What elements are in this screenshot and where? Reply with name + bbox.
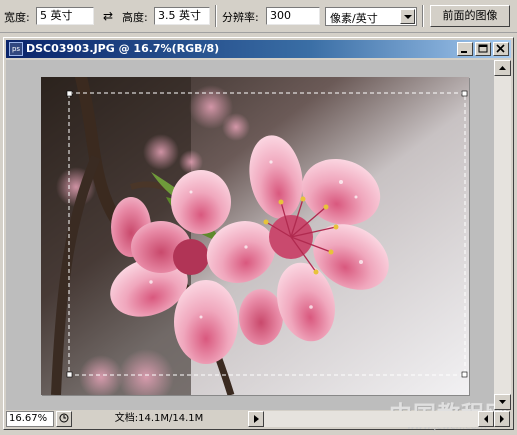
canvas-area[interactable]: 中国教程网 www.jcwcn.com [6, 60, 508, 432]
resolution-unit-select[interactable]: 像素/英寸 [325, 7, 417, 26]
width-label: 宽度: [4, 11, 30, 24]
status-bar: 16.67% 文档:14.1M/14.1M [6, 411, 511, 427]
zoom-menu-button[interactable] [56, 411, 72, 427]
arrow-up-icon [499, 66, 506, 70]
horizontal-scrollbar[interactable] [264, 411, 494, 427]
zoom-level-input[interactable]: 16.67% [6, 411, 54, 427]
arrow-down-icon [499, 400, 506, 404]
width-input[interactable]: 5 英寸 [36, 7, 94, 25]
maximize-button[interactable] [475, 42, 491, 56]
divider [422, 5, 424, 27]
maximize-icon [478, 44, 488, 53]
scroll-down-button[interactable] [494, 394, 511, 410]
play-icon [254, 415, 259, 423]
close-button[interactable] [493, 42, 509, 56]
height-label: 高度: [122, 11, 148, 24]
document-window: ps DSC03903.JPG @ 16.7%(RGB/8) 16.67% 文档… [3, 37, 514, 432]
swap-arrows-icon[interactable]: ⇄ [100, 8, 116, 24]
height-input[interactable]: 3.5 英寸 [154, 7, 210, 25]
document-info: 文档:14.1M/14.1M [114, 413, 204, 424]
peach-blossom-photo [41, 77, 469, 395]
scroll-left-button[interactable] [478, 411, 494, 427]
scroll-up-button[interactable] [494, 60, 511, 76]
arrow-left-icon [484, 415, 488, 423]
chevron-down-icon[interactable] [400, 9, 415, 24]
document-titlebar[interactable]: ps DSC03903.JPG @ 16.7%(RGB/8) [6, 40, 511, 58]
vertical-scrollbar[interactable] [494, 60, 511, 410]
minimize-button[interactable] [457, 42, 473, 56]
resolution-label: 分辨率: [222, 11, 259, 24]
minimize-icon [461, 51, 467, 53]
options-bar: 宽度: 5 英寸 ⇄ 高度: 3.5 英寸 分辨率: 300 像素/英寸 前面的… [0, 0, 517, 33]
scroll-right-button[interactable] [494, 411, 510, 427]
resolution-unit-value: 像素/英寸 [330, 12, 378, 25]
document-image[interactable] [41, 77, 469, 395]
front-image-button[interactable]: 前面的图像 [430, 5, 510, 27]
photoshop-icon: ps [9, 42, 23, 56]
zoom-icon [59, 413, 69, 423]
close-icon [496, 44, 505, 53]
document-title: DSC03903.JPG @ 16.7%(RGB/8) [26, 42, 220, 55]
arrow-right-icon [500, 415, 504, 423]
resolution-input[interactable]: 300 [266, 7, 320, 25]
status-menu-button[interactable] [248, 411, 264, 427]
divider [215, 5, 217, 27]
